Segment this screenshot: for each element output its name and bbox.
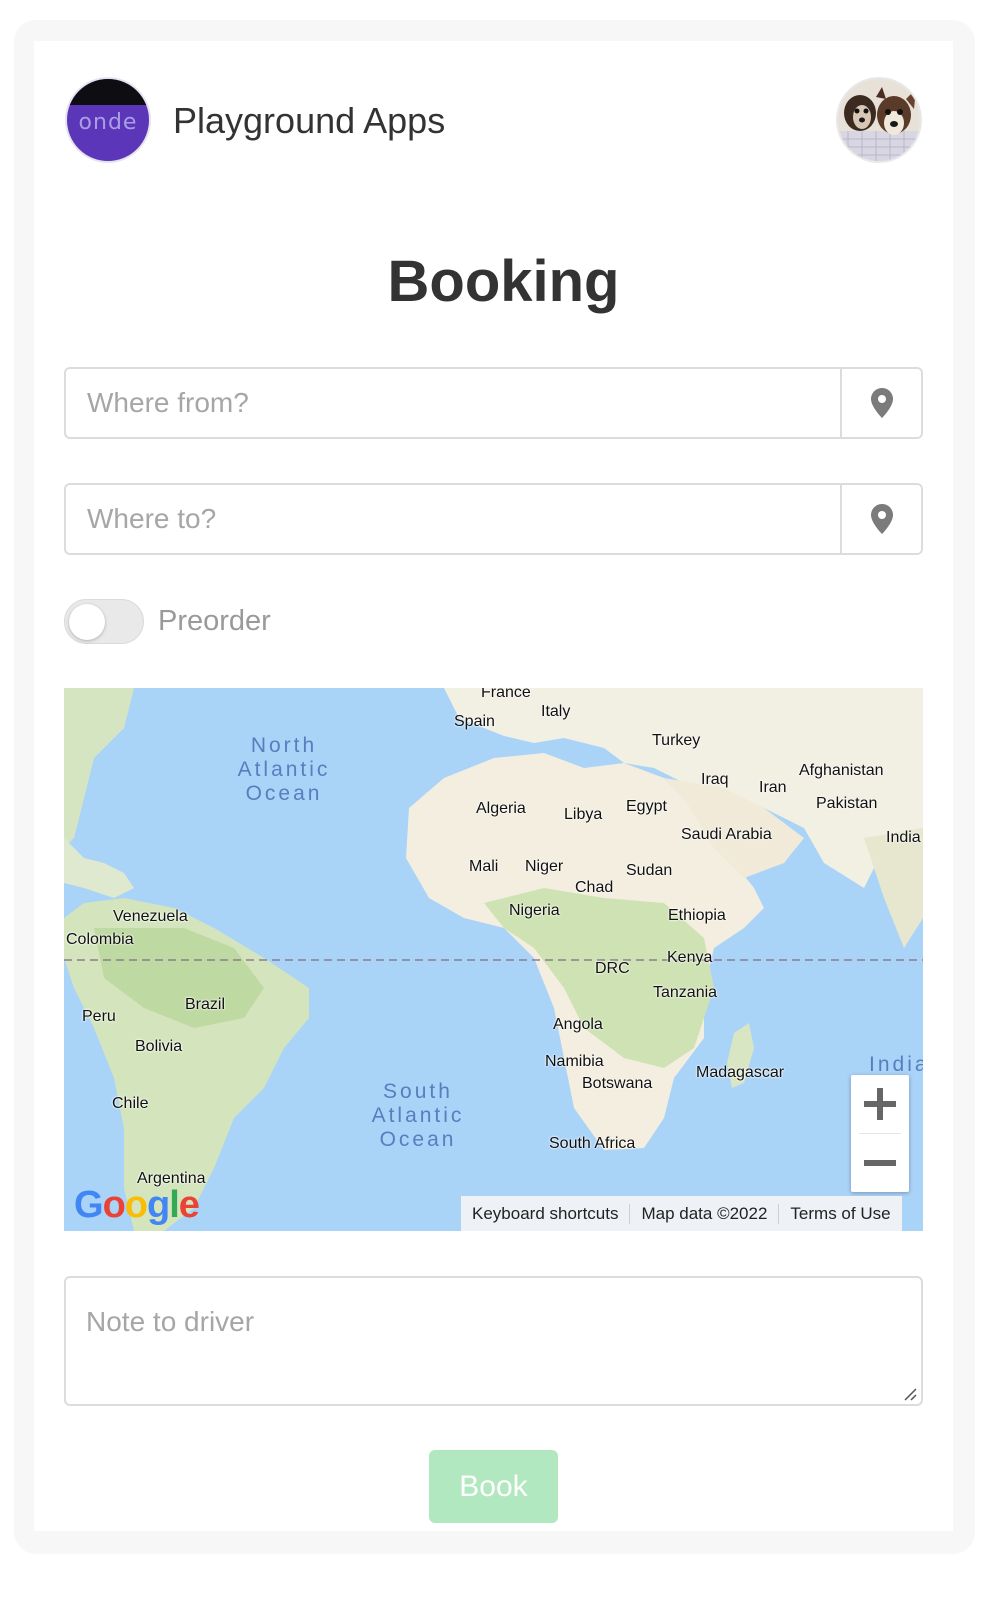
map-attribution: Keyboard shortcuts Map data ©2022 Terms … xyxy=(461,1196,902,1231)
map-label-drc: DRC xyxy=(595,960,630,977)
map-label-venezuela: Venezuela xyxy=(113,908,188,925)
map-label-turkey: Turkey xyxy=(652,732,701,749)
map-label-chad: Chad xyxy=(575,879,614,896)
map-label-niger: Niger xyxy=(525,858,564,875)
zoom-out-button[interactable] xyxy=(851,1134,909,1192)
map-label-botswana: Botswana xyxy=(582,1075,653,1092)
map-label-pakistan: Pakistan xyxy=(816,795,878,812)
map-data-text: Map data ©2022 xyxy=(630,1203,780,1224)
map-label-tanzania: Tanzania xyxy=(653,984,718,1001)
map-label-nigeria: Nigeria xyxy=(509,902,560,919)
map-label-bolivia: Bolivia xyxy=(135,1038,183,1055)
map-label-italy: Italy xyxy=(541,703,571,720)
to-location-button[interactable] xyxy=(840,485,921,553)
user-avatar[interactable] xyxy=(836,77,922,163)
from-location-button[interactable] xyxy=(840,369,921,437)
book-button[interactable]: Book xyxy=(429,1450,558,1523)
to-input[interactable] xyxy=(66,485,842,553)
map-label-iraq: Iraq xyxy=(701,771,729,788)
page-title: Booking xyxy=(387,249,620,314)
map-label-kenya: Kenya xyxy=(667,949,713,966)
toggle-knob xyxy=(69,604,105,640)
dog-avatar-icon xyxy=(838,79,920,161)
plus-icon xyxy=(864,1088,896,1120)
map-label-angola: Angola xyxy=(553,1016,603,1033)
preorder-label: Preorder xyxy=(158,605,271,637)
note-to-driver-field[interactable] xyxy=(64,1276,923,1406)
map-land xyxy=(64,688,923,1231)
map-label-libya: Libya xyxy=(564,806,603,823)
to-field xyxy=(64,483,923,555)
logo-text: onde xyxy=(78,110,138,135)
zoom-in-button[interactable] xyxy=(851,1075,909,1133)
map-label-namibia: Namibia xyxy=(545,1053,604,1070)
map-label-afghanistan: Afghanistan xyxy=(799,762,884,779)
map-label-spain: Spain xyxy=(454,713,495,730)
terms-of-use-link[interactable]: Terms of Use xyxy=(779,1204,901,1224)
map-label-sudan: Sudan xyxy=(626,862,673,879)
from-field xyxy=(64,367,923,439)
map-label-ethiopia: Ethiopia xyxy=(668,907,726,924)
minus-icon xyxy=(864,1160,896,1166)
app-title: Playground Apps xyxy=(173,100,446,141)
map-label-egypt: Egypt xyxy=(626,798,667,815)
map-label-north-atlantic: North Atlantic Ocean xyxy=(237,734,331,805)
location-pin-icon xyxy=(870,388,893,418)
map-view[interactable]: France Italy Spain Turkey Iraq Iran Afgh… xyxy=(64,688,923,1231)
app-logo[interactable]: onde xyxy=(65,77,151,163)
map-label-france: France xyxy=(481,688,531,701)
map-label-colombia: Colombia xyxy=(66,931,134,948)
map-label-south-africa: South Africa xyxy=(549,1135,636,1152)
map-label-south-atlantic: South Atlantic Ocean xyxy=(371,1080,465,1151)
logo-band xyxy=(67,79,149,105)
from-input[interactable] xyxy=(66,369,842,437)
location-pin-icon xyxy=(870,504,893,534)
google-logo[interactable]: Google xyxy=(74,1184,200,1227)
map-label-india: India xyxy=(886,829,921,846)
map-label-iran: Iran xyxy=(759,779,787,796)
map-label-saudi-arabia: Saudi Arabia xyxy=(681,826,772,843)
resize-grip-icon[interactable] xyxy=(903,1387,917,1401)
map-label-indian-ocean: Indian Ocean xyxy=(869,1053,923,1076)
preorder-toggle[interactable] xyxy=(64,599,144,644)
keyboard-shortcuts-link[interactable]: Keyboard shortcuts xyxy=(461,1203,631,1224)
map-label-madagascar: Madagascar xyxy=(696,1064,785,1081)
map-label-mali: Mali xyxy=(469,858,499,875)
map-label-peru: Peru xyxy=(82,1008,116,1025)
map-label-chile: Chile xyxy=(112,1095,149,1112)
map-label-algeria: Algeria xyxy=(476,800,526,817)
map-label-brazil: Brazil xyxy=(185,996,226,1013)
zoom-control xyxy=(851,1075,909,1192)
